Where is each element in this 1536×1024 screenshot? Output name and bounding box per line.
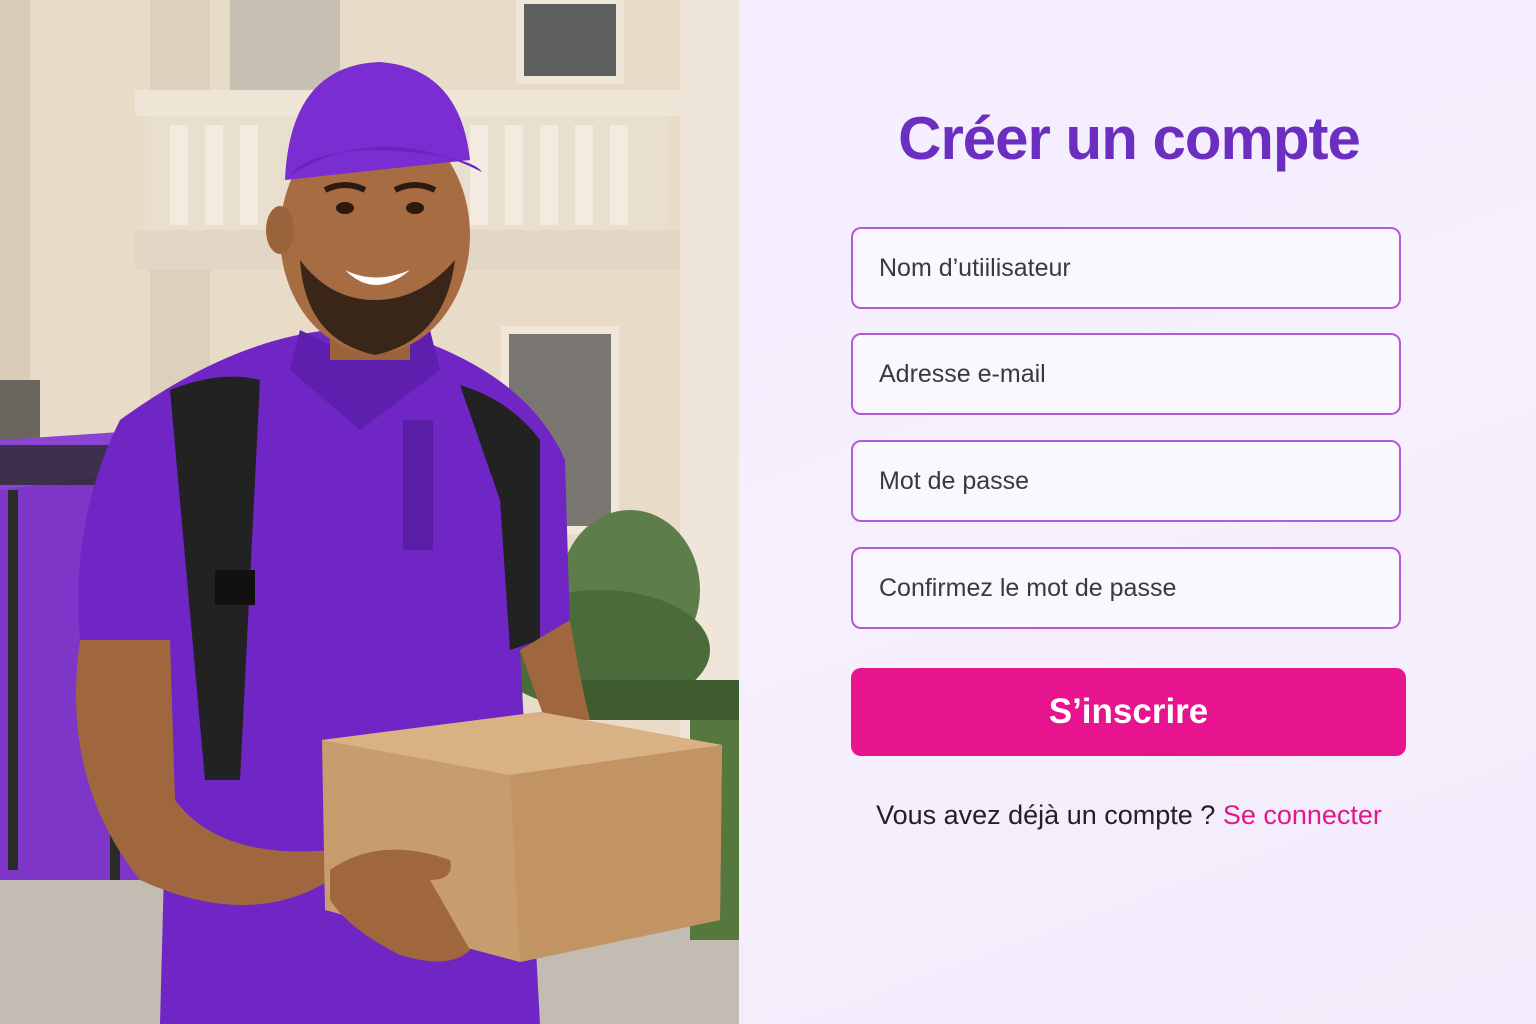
signup-page: Créer un compte S’inscrire Vous avez déj… <box>0 0 1536 1024</box>
signup-button[interactable]: S’inscrire <box>851 668 1406 756</box>
signup-form-panel: Créer un compte S’inscrire Vous avez déj… <box>739 0 1536 1024</box>
page-title: Créer un compte <box>898 105 1361 172</box>
delivery-person-illustration <box>0 0 739 1024</box>
login-prompt-text: Vous avez déjà un compte ? <box>876 800 1216 830</box>
login-link[interactable]: Se connecter <box>1223 800 1382 830</box>
email-input[interactable] <box>851 333 1401 415</box>
password-input[interactable] <box>851 440 1401 522</box>
hero-photo <box>0 0 739 1024</box>
username-input[interactable] <box>851 227 1401 309</box>
confirm-password-input[interactable] <box>851 547 1401 629</box>
login-prompt-line: Vous avez déjà un compte ? Se connecter <box>739 800 1519 831</box>
